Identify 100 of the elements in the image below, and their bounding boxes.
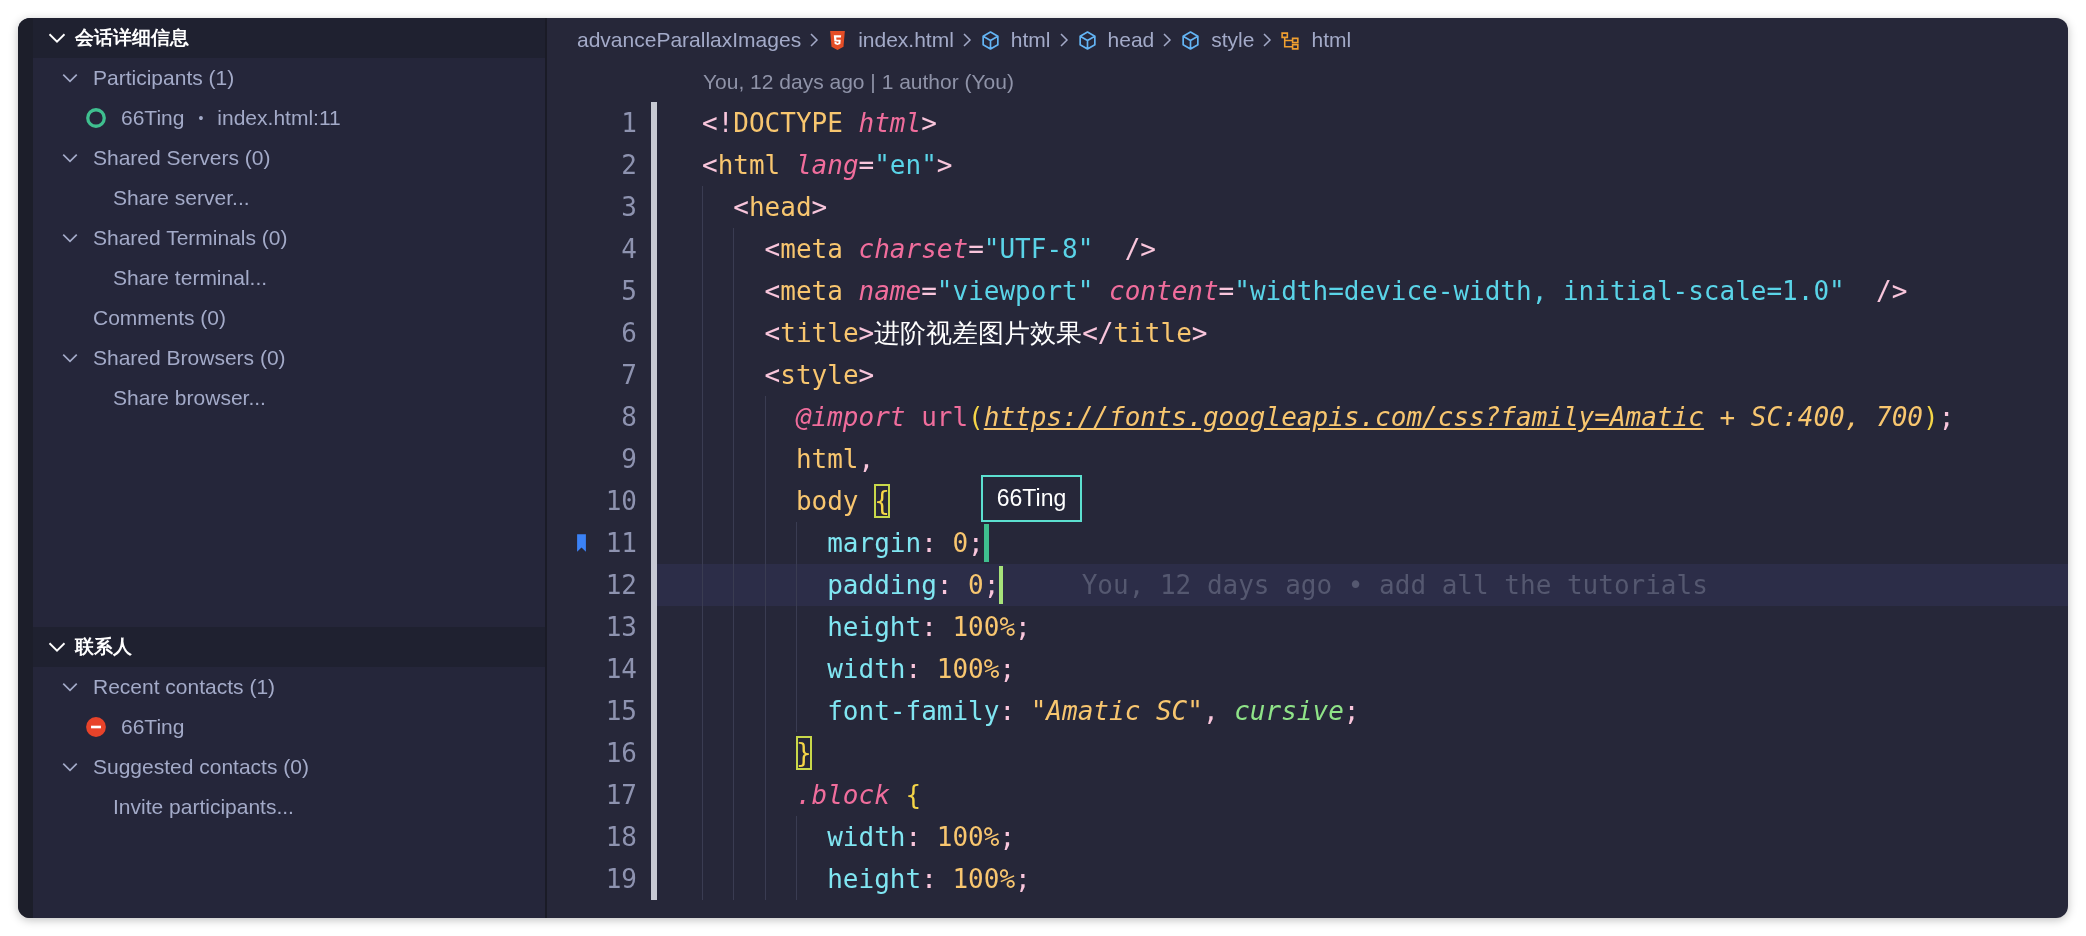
line-number: 11: [604, 527, 637, 560]
chevron-right-icon: [1162, 32, 1173, 48]
chevron-right-icon: [1058, 32, 1069, 48]
code-punctuation: ;: [999, 653, 1016, 686]
breadcrumb-item[interactable]: html: [1280, 28, 1352, 52]
line-number: 3: [620, 191, 637, 224]
section-header[interactable]: 会话详细信息: [33, 18, 545, 58]
code-string: + SC:400, 700: [1718, 401, 1923, 434]
line-number: 9: [620, 443, 637, 476]
tree-item[interactable]: Recent contacts (1): [33, 667, 545, 707]
code-paren: (: [968, 401, 984, 434]
line-number: 8: [620, 401, 637, 434]
code-tag: style: [780, 358, 859, 392]
cube-icon: [979, 29, 1001, 51]
line-number: 10: [604, 485, 637, 518]
breadcrumb-item[interactable]: advanceParallaxImages: [577, 28, 802, 52]
code-punctuation: <: [764, 275, 781, 308]
code-tag: DOCTYPE: [733, 106, 859, 140]
code-punctuation: >: [936, 149, 953, 182]
code-number: 100%: [936, 653, 1000, 686]
code-number: 0: [968, 569, 984, 602]
code-punctuation: ;: [1938, 401, 1955, 434]
status-ring-icon: [85, 107, 107, 129]
code-punctuation: >: [1191, 317, 1208, 350]
breadcrumb-item[interactable]: head: [1076, 28, 1155, 52]
code-keyword: cursive: [1234, 695, 1344, 728]
line-number: 12: [604, 569, 637, 602]
line-number: 14: [604, 653, 637, 686]
tree-item[interactable]: Suggested contacts (0): [33, 747, 545, 787]
code-punctuation: :: [999, 695, 1017, 728]
code-attribute: html: [858, 107, 922, 140]
action-item[interactable]: Invite participants...: [33, 787, 545, 827]
code-punctuation: ;: [1343, 695, 1360, 728]
code-tag: meta: [780, 232, 859, 266]
code-property: height: [827, 611, 922, 644]
breadcrumb-item[interactable]: style: [1180, 28, 1255, 52]
code-punctuation: ;: [983, 569, 1000, 602]
person-item[interactable]: 66Ting • index.html:11: [33, 98, 545, 138]
code-number: 100%: [952, 863, 1016, 896]
line-number: 16: [604, 737, 637, 770]
breadcrumb-item[interactable]: index.html: [827, 28, 954, 52]
code-property: font-family: [827, 695, 1000, 728]
code-brace: }: [795, 736, 812, 770]
tree-item[interactable]: Comments (0): [33, 298, 545, 338]
code-punctuation: ;: [968, 527, 984, 560]
line-number: 19: [604, 863, 637, 896]
code-number: 100%: [936, 821, 1000, 854]
code-punctuation: <: [702, 149, 718, 182]
line-number: 7: [620, 359, 637, 392]
code-paren: ): [1923, 401, 1939, 434]
tree-structure-icon: [1280, 29, 1302, 51]
code-punctuation: =: [968, 233, 984, 266]
tree-item[interactable]: Shared Servers (0): [33, 138, 545, 178]
code-property: padding: [827, 569, 937, 602]
code-punctuation: ;: [999, 821, 1016, 854]
tree-item[interactable]: Participants (1): [33, 58, 545, 98]
code-attribute: lang: [795, 149, 859, 182]
code-property: width: [827, 821, 906, 854]
code-punctuation: :: [921, 863, 938, 896]
code-punctuation: <!: [702, 107, 734, 140]
code-punctuation: >: [811, 191, 828, 224]
action-item[interactable]: Share server...: [33, 178, 545, 218]
code-punctuation: >: [921, 107, 937, 140]
code-number: 100%: [952, 611, 1016, 644]
code-punctuation: :: [921, 527, 938, 560]
code-punctuation: <: [733, 191, 749, 224]
breadcrumb-item[interactable]: html: [979, 28, 1051, 52]
person-item[interactable]: 66Ting: [33, 707, 545, 747]
code-punctuation: ,: [858, 443, 875, 476]
code-punctuation: <: [764, 233, 781, 266]
action-item[interactable]: Share browser...: [33, 378, 545, 418]
blame-annotation[interactable]: You, 12 days ago | 1 author (You): [547, 62, 1014, 102]
tree-item[interactable]: Shared Browsers (0): [33, 338, 545, 378]
chevron-right-icon: [961, 32, 972, 48]
code-punctuation: =: [1218, 275, 1235, 308]
chevron-right-icon: [1262, 32, 1273, 48]
action-item[interactable]: Share terminal...: [33, 258, 545, 298]
line-number: 4: [620, 233, 637, 266]
section-header[interactable]: 联系人: [33, 627, 545, 667]
code-string: "Amatic SC": [1030, 695, 1203, 728]
code-attribute: charset: [858, 233, 969, 266]
tree-item[interactable]: Shared Terminals (0): [33, 218, 545, 258]
code-punctuation: <: [764, 317, 781, 350]
code-punctuation: :: [905, 653, 923, 686]
code-text: 进阶视差图片效果: [874, 317, 1083, 350]
code-punctuation: />: [1875, 275, 1908, 308]
code-tag: title: [780, 316, 859, 350]
code-property: margin: [827, 527, 922, 560]
code-string: "width=device-width, initial-scale=1.0": [1234, 275, 1845, 308]
code-selector: body: [795, 485, 860, 518]
code-number: 0: [952, 527, 969, 560]
line-number: 6: [620, 317, 637, 350]
code-property: height: [827, 863, 922, 896]
line-number: 1: [620, 107, 637, 140]
code-punctuation: </: [1082, 317, 1114, 350]
chevron-right-icon: [809, 32, 820, 48]
code-punctuation: <: [764, 359, 781, 392]
line-number: 15: [604, 695, 637, 728]
code-selector: html: [795, 443, 859, 476]
code-punctuation: :: [921, 611, 938, 644]
